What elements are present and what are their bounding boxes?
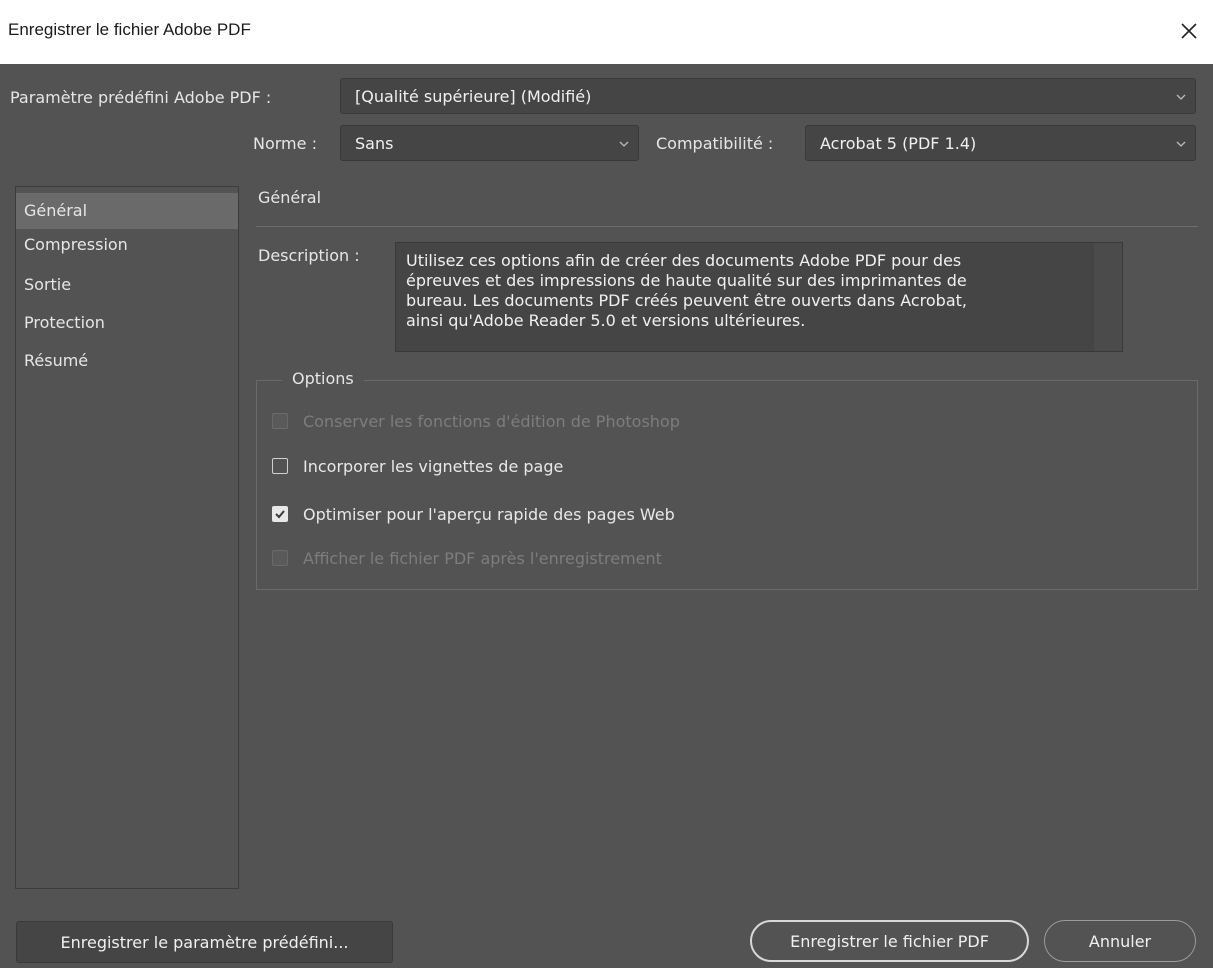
sidebar-item-security[interactable]: Protection xyxy=(16,305,238,341)
description-label: Description : xyxy=(258,246,360,265)
description-line: ainsi qu'Adobe Reader 5.0 et versions ul… xyxy=(406,311,806,330)
preset-value: [Qualité supérieure] (Modifié) xyxy=(355,87,592,106)
option-preserve-photoshop-editing: Conserver les fonctions d'édition de Pho… xyxy=(272,408,680,434)
preset-label: Paramètre prédéfini Adobe PDF : xyxy=(10,88,272,107)
chevron-down-icon xyxy=(1176,141,1186,147)
sidebar-item-general[interactable]: Général xyxy=(16,193,238,229)
description-text: Utilisez ces options afin de créer des d… xyxy=(406,251,1094,331)
option-label: Incorporer les vignettes de page xyxy=(303,456,564,476)
compatibility-value: Acrobat 5 (PDF 1.4) xyxy=(820,134,977,153)
save-pdf-button[interactable]: Enregistrer le fichier PDF xyxy=(750,920,1029,962)
sidebar: Général Compression Sortie Protection Ré… xyxy=(15,186,239,889)
close-icon[interactable] xyxy=(1175,14,1203,48)
sidebar-item-output[interactable]: Sortie xyxy=(16,267,238,303)
option-view-pdf-after-saving: Afficher le fichier PDF après l'enregist… xyxy=(272,545,662,571)
checkbox xyxy=(272,413,288,429)
sidebar-item-summary[interactable]: Résumé xyxy=(16,343,238,379)
checkbox-checked[interactable] xyxy=(272,506,288,522)
chevron-down-icon xyxy=(619,141,629,147)
standard-dropdown[interactable]: Sans xyxy=(340,125,639,161)
preset-dropdown[interactable]: [Qualité supérieure] (Modifié) xyxy=(340,78,1196,114)
description-line: Utilisez ces options afin de créer des d… xyxy=(406,251,962,270)
option-embed-page-thumbnails[interactable]: Incorporer les vignettes de page xyxy=(272,453,563,479)
standard-label: Norme : xyxy=(253,134,317,153)
sidebar-item-compression[interactable]: Compression xyxy=(16,227,238,263)
description-line: bureau. Les documents PDF créés peuvent … xyxy=(406,291,967,310)
title-bar: Enregistrer le fichier Adobe PDF xyxy=(0,0,1213,64)
standard-value: Sans xyxy=(355,134,394,153)
cancel-button[interactable]: Annuler xyxy=(1044,920,1196,962)
window-title: Enregistrer le fichier Adobe PDF xyxy=(8,20,251,39)
option-label: Conserver les fonctions d'édition de Pho… xyxy=(303,411,680,431)
description-scrollbar[interactable] xyxy=(1094,243,1122,351)
checkbox xyxy=(272,550,288,566)
save-preset-button[interactable]: Enregistrer le paramètre prédéfini... xyxy=(16,921,393,963)
options-legend: Options xyxy=(282,369,364,388)
divider xyxy=(256,226,1198,227)
chevron-down-icon xyxy=(1176,94,1186,100)
checkmark-icon xyxy=(275,510,285,519)
description-line: épreuves et des impressions de haute qua… xyxy=(406,271,967,290)
option-optimize-fast-web-view[interactable]: Optimiser pour l'aperçu rapide des pages… xyxy=(272,501,675,527)
panel-title: Général xyxy=(258,188,322,207)
option-label: Optimiser pour l'aperçu rapide des pages… xyxy=(303,504,675,524)
compatibility-label: Compatibilité : xyxy=(656,134,774,153)
description-box: Utilisez ces options afin de créer des d… xyxy=(395,242,1123,352)
option-label: Afficher le fichier PDF après l'enregist… xyxy=(303,548,662,568)
compatibility-dropdown[interactable]: Acrobat 5 (PDF 1.4) xyxy=(805,125,1196,161)
checkbox[interactable] xyxy=(272,458,288,474)
